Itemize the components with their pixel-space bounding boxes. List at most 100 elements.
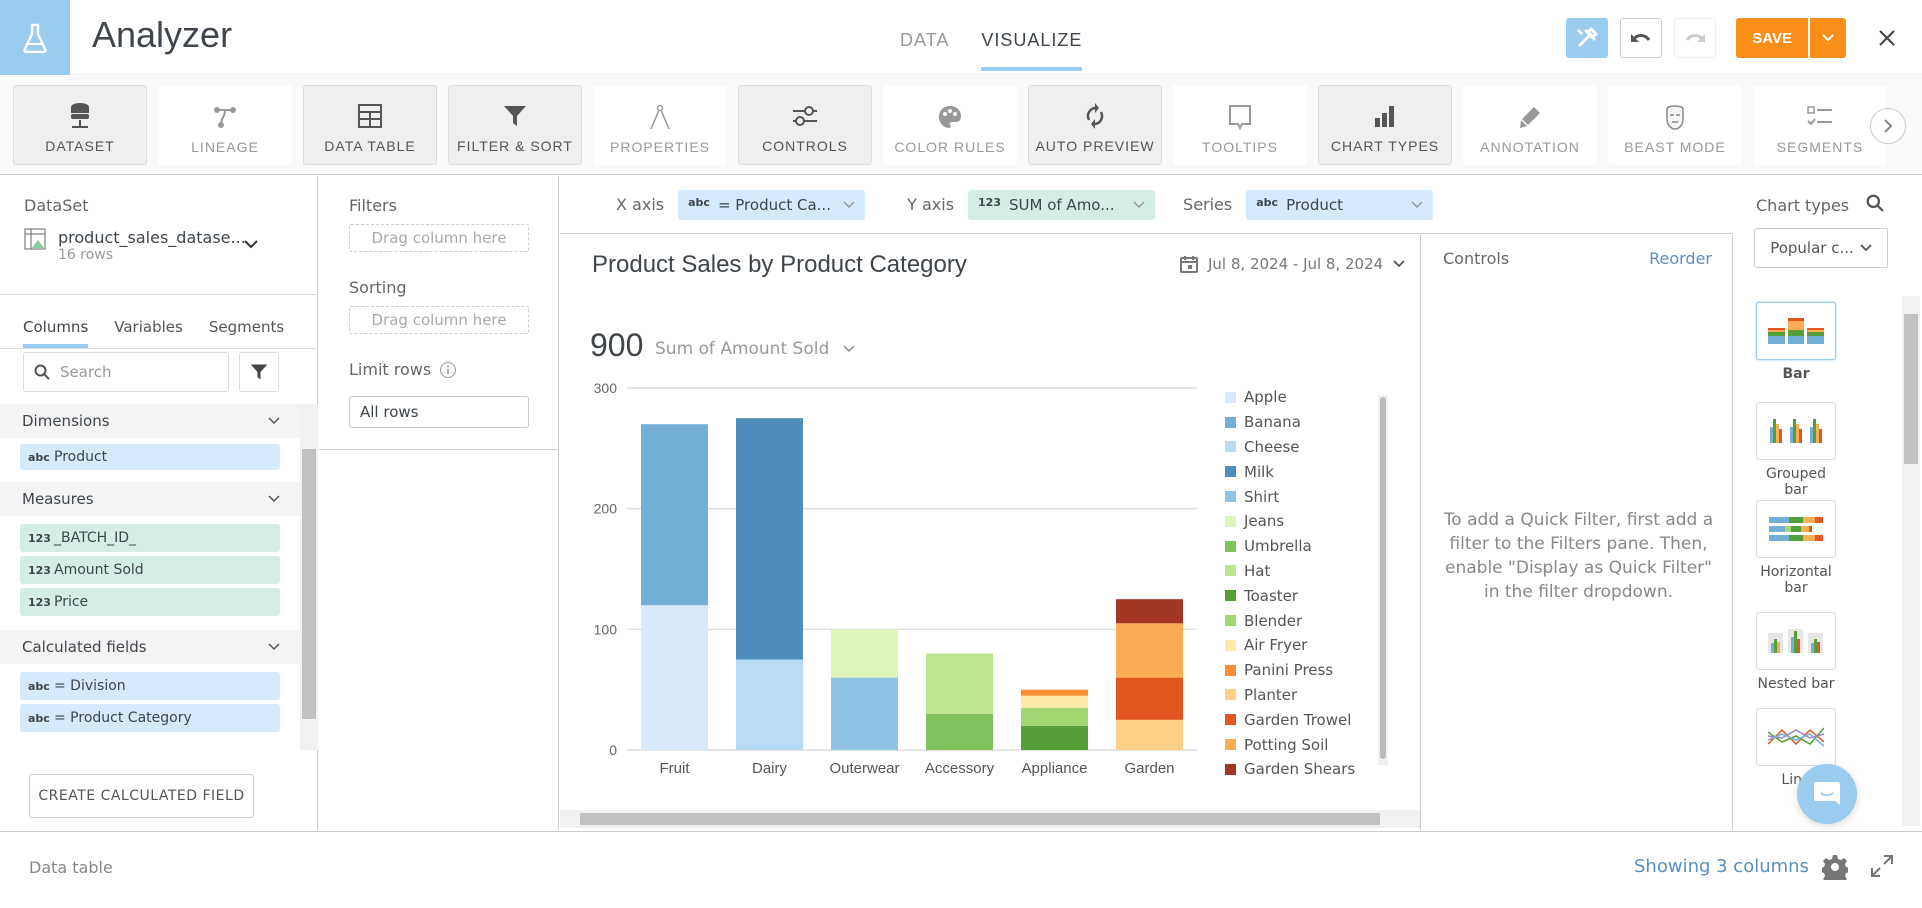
bar-segment[interactable]	[1116, 623, 1183, 678]
legend-item[interactable]: Jeans	[1225, 509, 1375, 534]
chat-button[interactable]	[1797, 764, 1857, 824]
bar-segment[interactable]	[1021, 707, 1088, 726]
undo-button[interactable]	[1620, 18, 1663, 58]
chart-type-grouped-bar[interactable]: Grouped bar	[1756, 402, 1836, 498]
bar-segment[interactable]	[1116, 599, 1183, 624]
tab-variables[interactable]: Variables	[114, 318, 183, 348]
scrollbar-thumb[interactable]	[1904, 314, 1918, 464]
gear-icon[interactable]	[1822, 854, 1848, 880]
reorder-link[interactable]: Reorder	[1649, 249, 1712, 268]
dataset-selector[interactable]: product_sales_datase... 16 rows	[24, 228, 246, 263]
search-icon[interactable]	[1866, 194, 1884, 212]
legend-item[interactable]: Umbrella	[1225, 534, 1375, 559]
tool-filter-sort[interactable]: FILTER & SORT	[448, 85, 582, 165]
tools-button[interactable]	[1566, 18, 1609, 58]
chart-category-select[interactable]: Popular c...	[1754, 228, 1888, 268]
chart-type-nested-bar[interactable]: Nested bar	[1756, 612, 1836, 692]
bar-segment[interactable]	[831, 677, 898, 750]
bar-segment[interactable]	[926, 653, 993, 714]
app-logo[interactable]	[0, 0, 70, 75]
tool-controls[interactable]: CONTROLS	[738, 85, 872, 165]
field-batch-id[interactable]: 123 _BATCH_ID_	[20, 524, 280, 552]
tab-columns[interactable]: Columns	[23, 318, 89, 348]
y-axis-field[interactable]: 123 SUM of Amo...	[968, 189, 1156, 220]
section-dimensions[interactable]: Dimensions	[0, 404, 300, 438]
field-product[interactable]: abc Product	[20, 444, 280, 470]
tab-segments[interactable]: Segments	[209, 318, 284, 348]
series-field[interactable]: abc Product	[1246, 189, 1434, 220]
legend-item[interactable]: Air Fryer	[1225, 633, 1375, 658]
bar-segment[interactable]	[1021, 689, 1088, 696]
chart-types-scrollbar[interactable]	[1902, 296, 1920, 826]
section-calculated-fields[interactable]: Calculated fields	[0, 630, 300, 664]
bar-segment[interactable]	[736, 659, 803, 751]
create-calculated-field-button[interactable]: CREATE CALCULATED FIELD	[29, 774, 254, 818]
bar-segment[interactable]	[1116, 677, 1183, 720]
info-icon[interactable]	[439, 361, 457, 379]
filters-drop-zone[interactable]: Drag column here	[349, 224, 529, 252]
data-table-label[interactable]: Data table	[29, 858, 113, 877]
legend-item[interactable]: Milk	[1225, 459, 1375, 484]
legend-item[interactable]: Banana	[1225, 410, 1375, 435]
tool-properties[interactable]: PROPERTIES	[593, 85, 727, 165]
legend-item[interactable]: Hat	[1225, 559, 1375, 584]
section-measures[interactable]: Measures	[0, 482, 300, 516]
toolbar-next-button[interactable]	[1870, 108, 1906, 144]
bar-segment[interactable]	[641, 605, 708, 750]
chevron-down-icon[interactable]	[244, 240, 258, 249]
legend-item[interactable]: Garden Trowel	[1225, 707, 1375, 732]
tool-beast-mode[interactable]: BEAST MODE	[1608, 85, 1742, 165]
legend-item[interactable]: Apple	[1225, 385, 1375, 410]
save-button[interactable]: SAVE	[1736, 18, 1808, 58]
tool-tooltips[interactable]: TOOLTIPS	[1173, 85, 1307, 165]
legend-item[interactable]: Potting Soil	[1225, 732, 1375, 757]
field-division[interactable]: abc = Division	[20, 672, 280, 700]
chart-type-bar[interactable]: Bar	[1756, 302, 1836, 382]
bar-segment[interactable]	[641, 424, 708, 606]
scrollbar-thumb[interactable]	[580, 813, 1380, 825]
bar-segment[interactable]	[1021, 725, 1088, 750]
legend-item[interactable]: Panini Press	[1225, 658, 1375, 683]
column-search-input[interactable]: Search	[23, 352, 229, 392]
legend-item[interactable]: Garden Shears	[1225, 757, 1375, 782]
legend-item[interactable]: Cheese	[1225, 435, 1375, 460]
scrollbar-thumb[interactable]	[1380, 397, 1386, 759]
field-list-scrollbar[interactable]	[300, 404, 318, 750]
bar-segment[interactable]	[1021, 695, 1088, 708]
close-button[interactable]	[1872, 23, 1902, 53]
tab-visualize[interactable]: VISUALIZE	[981, 30, 1083, 71]
field-amount-sold[interactable]: 123 Amount Sold	[20, 556, 280, 584]
legend-item[interactable]: Toaster	[1225, 583, 1375, 608]
tool-dataset[interactable]: DATASET	[13, 85, 147, 165]
redo-button[interactable]	[1674, 18, 1717, 58]
tool-color-rules[interactable]: COLOR RULES	[883, 85, 1017, 165]
bar-segment[interactable]	[926, 713, 993, 750]
tab-data[interactable]: DATA	[900, 30, 949, 71]
limit-rows-select[interactable]: All rows	[349, 396, 529, 428]
showing-columns-link[interactable]: Showing 3 columns	[1634, 856, 1809, 877]
field-product-category[interactable]: abc = Product Category	[20, 704, 280, 732]
field-price[interactable]: 123 Price	[20, 588, 280, 616]
save-dropdown-button[interactable]	[1808, 18, 1846, 58]
legend-item[interactable]: Blender	[1225, 608, 1375, 633]
chart-type-horizontal-bar[interactable]: Horizontal bar	[1756, 500, 1836, 596]
scrollbar-thumb[interactable]	[302, 449, 316, 719]
bar-segment[interactable]	[831, 629, 898, 678]
tool-auto-preview[interactable]: AUTO PREVIEW	[1028, 85, 1162, 165]
tool-data-table[interactable]: DATA TABLE	[303, 85, 437, 165]
legend-item[interactable]: Shirt	[1225, 484, 1375, 509]
summary-measure-selector[interactable]: Sum of Amount Sold	[655, 339, 855, 359]
tool-segments[interactable]: SEGMENTS	[1753, 85, 1887, 165]
tool-lineage[interactable]: LINEAGE	[158, 85, 292, 165]
x-axis-field[interactable]: abc = Product Ca...	[678, 189, 866, 220]
date-range-selector[interactable]: Jul 8, 2024 - Jul 8, 2024	[1180, 255, 1405, 273]
tool-chart-types[interactable]: CHART TYPES	[1318, 85, 1452, 165]
column-filter-button[interactable]	[239, 352, 279, 392]
chart-horizontal-scrollbar[interactable]	[560, 810, 1420, 828]
bar-segment[interactable]	[1116, 719, 1183, 750]
bar-segment[interactable]	[736, 418, 803, 660]
legend-scrollbar[interactable]	[1378, 395, 1388, 765]
legend-item[interactable]: Planter	[1225, 683, 1375, 708]
expand-icon[interactable]	[1870, 854, 1894, 878]
sorting-drop-zone[interactable]: Drag column here	[349, 306, 529, 334]
